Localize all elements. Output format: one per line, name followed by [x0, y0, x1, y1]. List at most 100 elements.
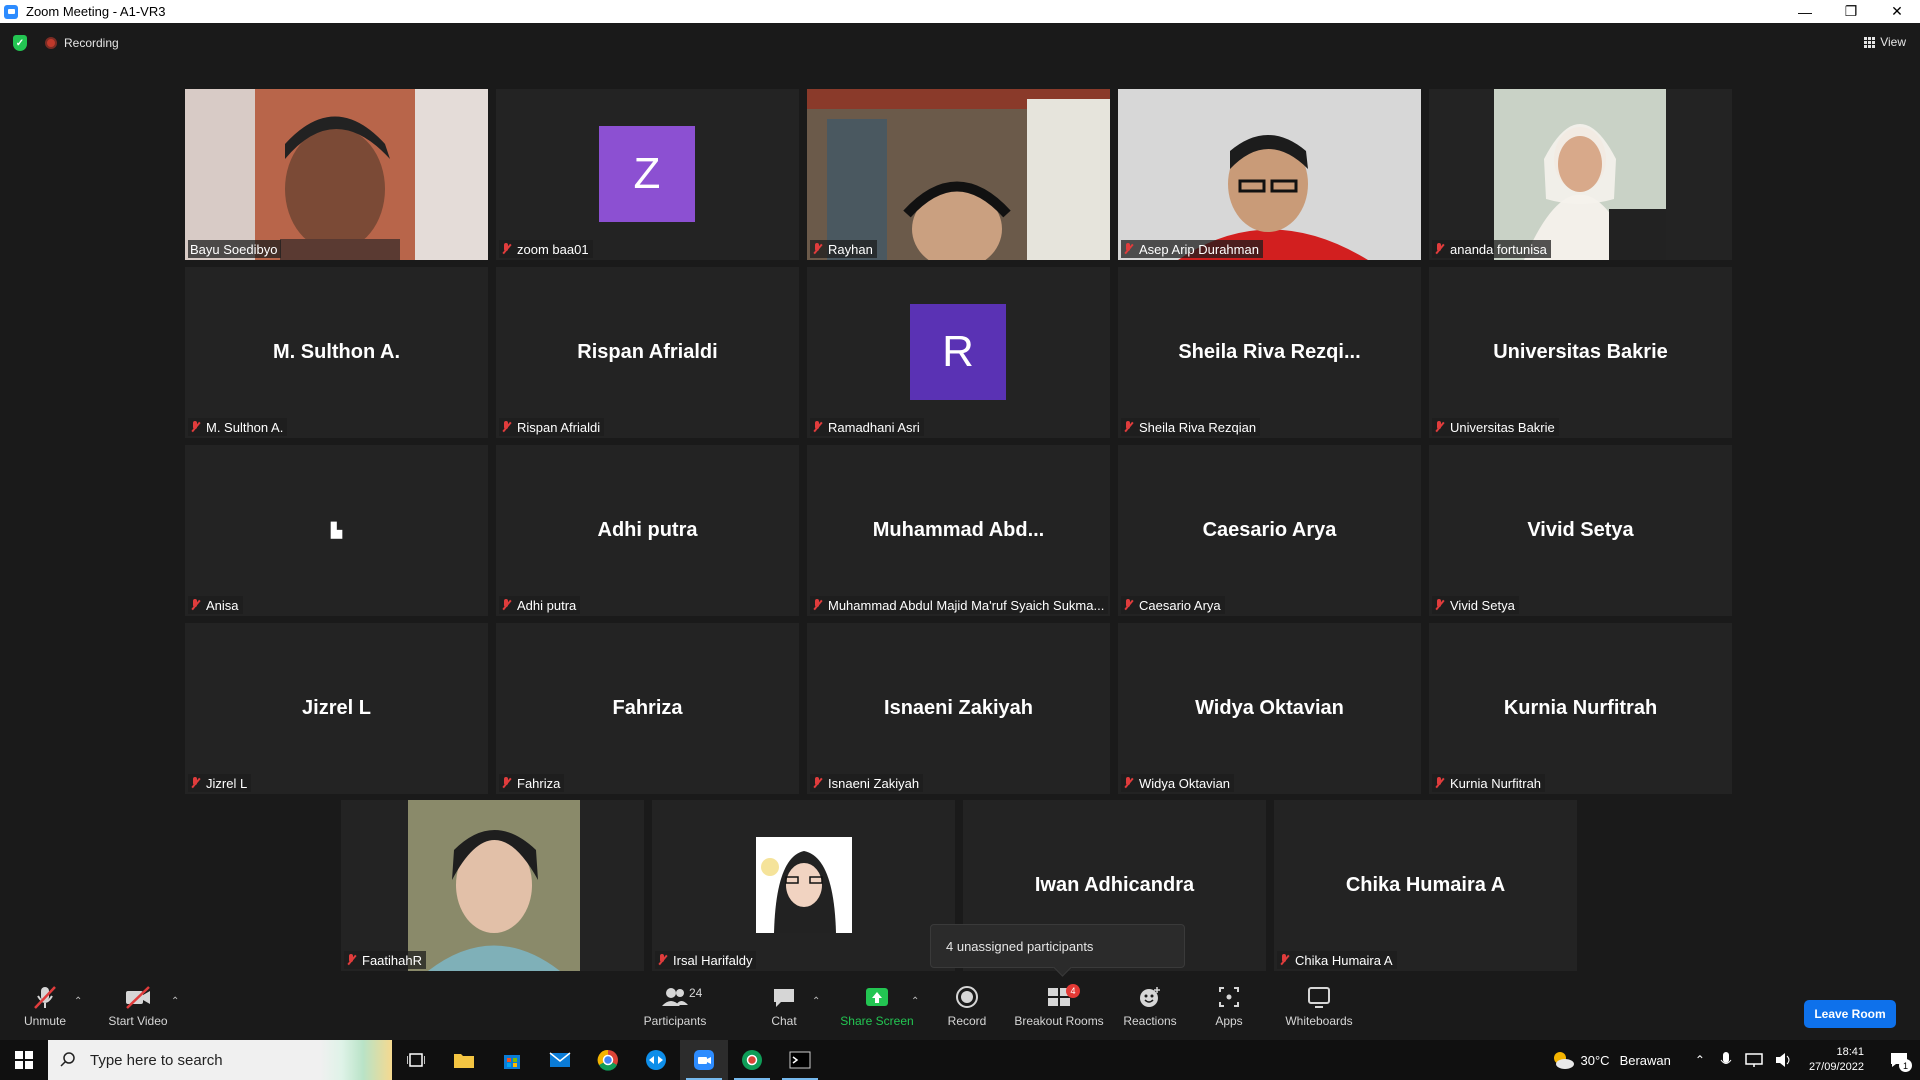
- participant-label: Rispan Afrialdi: [499, 418, 605, 436]
- weather-widget[interactable]: 30°C Berawan: [1551, 1050, 1671, 1070]
- video-tile[interactable]: Rispan Afrialdi Rispan Afrialdi: [496, 267, 799, 438]
- unmute-button[interactable]: Unmute: [18, 982, 72, 1040]
- video-tile[interactable]: Widya Oktavian Widya Oktavian: [1118, 623, 1421, 794]
- chrome-profile-icon[interactable]: [728, 1040, 776, 1080]
- volume-icon[interactable]: [1775, 1052, 1793, 1068]
- terminal-icon[interactable]: [776, 1040, 824, 1080]
- video-tile[interactable]: Asep Arip Durahman: [1118, 89, 1421, 260]
- clock-time: 18:41: [1836, 1046, 1864, 1058]
- teamviewer-icon[interactable]: [632, 1040, 680, 1080]
- clock-date: 27/09/2022: [1808, 1061, 1864, 1073]
- record-icon: [956, 986, 978, 1008]
- video-tile[interactable]: ananda fortunisa: [1429, 89, 1732, 260]
- video-tile[interactable]: Caesario Arya Caesario Arya: [1118, 445, 1421, 616]
- audio-options-caret-icon[interactable]: ⌃: [74, 996, 82, 1007]
- leave-room-button[interactable]: Leave Room: [1804, 1000, 1896, 1028]
- video-tile[interactable]: Sheila Riva Rezqi... Sheila Riva Rezqian: [1118, 267, 1421, 438]
- minimize-button[interactable]: —: [1782, 0, 1828, 23]
- video-tile[interactable]: Irsal Harifaldy: [652, 800, 955, 971]
- video-tile[interactable]: Kurnia Nurfitrah Kurnia Nurfitrah: [1429, 623, 1732, 794]
- video-tile[interactable]: M. Sulthon A. M. Sulthon A.: [185, 267, 488, 438]
- video-tile[interactable]: Jizrel L Jizrel L: [185, 623, 488, 794]
- reactions-button[interactable]: Reactions: [1120, 982, 1180, 1040]
- video-tile[interactable]: Z zoom baa01: [496, 89, 799, 260]
- video-tile[interactable]: Muhammad Abd... Muhammad Abdul Majid Ma'…: [807, 445, 1110, 616]
- notifications-button[interactable]: 1: [1884, 1040, 1914, 1080]
- video-tile[interactable]: R Ramadhani Asri: [807, 267, 1110, 438]
- muted-mic-icon: [812, 243, 822, 255]
- participant-display-name: Isnaeni Zakiyah: [884, 697, 1033, 719]
- file-explorer-icon[interactable]: [440, 1040, 488, 1080]
- muted-mic-icon: [1434, 421, 1444, 433]
- show-hidden-icons-chevron-icon[interactable]: ⌃: [1695, 1053, 1705, 1067]
- window-title: Zoom Meeting - A1-VR3: [26, 4, 166, 19]
- video-tile[interactable]: ▙ Anisa: [185, 445, 488, 616]
- apps-icon: [1219, 987, 1239, 1007]
- video-tile[interactable]: Vivid Setya Vivid Setya: [1429, 445, 1732, 616]
- breakout-rooms-button[interactable]: 4 Breakout Rooms: [1012, 982, 1106, 1040]
- recording-indicator[interactable]: Recording: [45, 36, 119, 50]
- participants-button[interactable]: 24 Participants: [640, 982, 710, 1040]
- participant-name: Universitas Bakrie: [1450, 419, 1555, 435]
- unassigned-participants-tooltip: 4 unassigned participants: [930, 924, 1185, 968]
- whiteboards-button[interactable]: Whiteboards: [1282, 982, 1356, 1040]
- participant-display-name: Adhi putra: [597, 519, 698, 541]
- participant-label: Universitas Bakrie: [1432, 418, 1559, 436]
- chrome-icon[interactable]: [584, 1040, 632, 1080]
- participant-name: Isnaeni Zakiyah: [828, 775, 920, 791]
- participant-name: Fahriza: [517, 775, 561, 791]
- participant-label: M. Sulthon A.: [188, 418, 288, 436]
- participant-label: Jizrel L: [188, 774, 252, 792]
- search-icon: [60, 1052, 75, 1067]
- video-tile[interactable]: Bayu Soedibyo: [185, 89, 488, 260]
- participant-label: Anisa: [188, 596, 243, 614]
- video-tile[interactable]: Isnaeni Zakiyah Isnaeni Zakiyah: [807, 623, 1110, 794]
- chat-button[interactable]: Chat: [764, 982, 804, 1040]
- participant-display-name: Kurnia Nurfitrah: [1503, 697, 1658, 719]
- participant-label: Kurnia Nurfitrah: [1432, 774, 1546, 792]
- participant-display-name: Sheila Riva Rezqi...: [1178, 341, 1361, 363]
- participant-display-name: Fahriza: [612, 697, 683, 719]
- video-tile[interactable]: Universitas Bakrie Universitas Bakrie: [1429, 267, 1732, 438]
- partly-cloudy-icon: [1553, 1052, 1574, 1069]
- video-tile[interactable]: Chika Humaira A Chika Humaira A: [1274, 800, 1577, 971]
- share-options-caret-icon[interactable]: ⌃: [911, 996, 919, 1007]
- chat-options-caret-icon[interactable]: ⌃: [812, 996, 820, 1007]
- participant-label: Sheila Riva Rezqian: [1121, 418, 1261, 436]
- close-button[interactable]: ✕: [1874, 0, 1920, 23]
- participant-name: Caesario Arya: [1139, 597, 1221, 613]
- apps-button[interactable]: Apps: [1212, 982, 1246, 1040]
- record-button[interactable]: Record: [942, 982, 992, 1040]
- video-tile[interactable]: Fahriza Fahriza: [496, 623, 799, 794]
- zoom-taskbar-icon[interactable]: [680, 1040, 728, 1080]
- view-button[interactable]: View: [1864, 35, 1906, 49]
- start-button[interactable]: [0, 1040, 48, 1080]
- mail-icon[interactable]: [536, 1040, 584, 1080]
- participant-label: Muhammad Abdul Majid Ma'ruf Syaich Sukma…: [810, 596, 1109, 614]
- taskbar-clock[interactable]: 18:41 27/09/2022: [1809, 1045, 1864, 1075]
- microphone-tray-icon[interactable]: [1719, 1051, 1733, 1069]
- participant-video: [756, 837, 852, 933]
- task-view-icon[interactable]: [392, 1040, 440, 1080]
- participant-label: Isnaeni Zakiyah: [810, 774, 924, 792]
- video-options-caret-icon[interactable]: ⌃: [171, 996, 179, 1007]
- start-video-button[interactable]: Start Video: [106, 982, 170, 1040]
- shield-icon[interactable]: ✓: [13, 35, 27, 51]
- restore-button[interactable]: ❐: [1828, 0, 1874, 23]
- video-tile[interactable]: Rayhan: [807, 89, 1110, 260]
- avatar: R: [910, 304, 1006, 400]
- participant-video: [185, 89, 488, 260]
- muted-mic-icon: [1123, 599, 1133, 611]
- video-tile[interactable]: Adhi putra Adhi putra: [496, 445, 799, 616]
- video-tile[interactable]: FaatihahR: [341, 800, 644, 971]
- participant-display-name: Jizrel L: [302, 697, 371, 719]
- weather-label: Berawan: [1619, 1052, 1671, 1068]
- participant-label: FaatihahR: [344, 951, 426, 969]
- muted-mic-icon: [1434, 243, 1444, 255]
- taskbar-search[interactable]: Type here to search: [48, 1040, 392, 1080]
- breakout-badge: 4: [1066, 984, 1080, 998]
- network-icon[interactable]: [1745, 1052, 1763, 1068]
- video-off-icon: [126, 986, 150, 1009]
- share-screen-button[interactable]: Share Screen: [840, 982, 914, 1040]
- microsoft-store-icon[interactable]: [488, 1040, 536, 1080]
